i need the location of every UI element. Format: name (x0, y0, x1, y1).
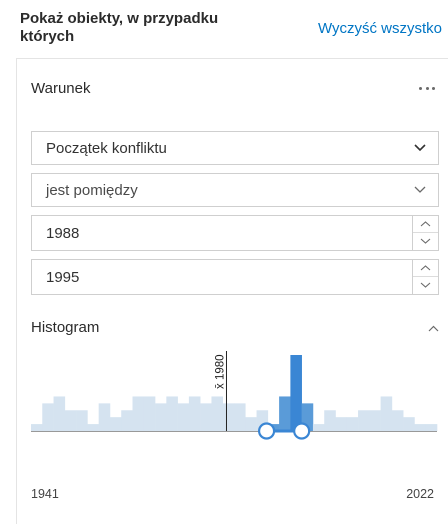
decrement-button[interactable] (413, 233, 438, 250)
chevron-up-icon (428, 325, 439, 332)
chevron-down-icon (414, 186, 426, 193)
condition-label: Warunek (31, 80, 91, 97)
chevron-up-icon (420, 265, 431, 271)
histogram-bar (121, 410, 133, 431)
value-to-text: 1995 (46, 269, 80, 286)
range-min-handle[interactable] (257, 422, 276, 440)
increment-button[interactable] (413, 260, 438, 277)
chevron-down-icon (420, 282, 431, 288)
value-from-stepper (412, 216, 438, 250)
operator-select-value: jest pomiędzy (46, 182, 138, 199)
histogram-bar (245, 417, 257, 431)
filter-title: Pokaż obiekty, w przypadku których (20, 10, 219, 45)
histogram-bar (414, 424, 427, 431)
histogram-bar (358, 410, 370, 431)
histogram-bar (132, 396, 145, 431)
histogram-bar (31, 424, 43, 431)
histogram-bar (403, 417, 415, 431)
histogram-bar (211, 396, 224, 431)
condition-panel: Warunek Początek konfliktu jest pomiędzy… (16, 58, 448, 524)
filter-header: Pokaż obiekty, w przypadku których Wyczy… (0, 0, 448, 58)
histogram-bar (98, 403, 111, 431)
histogram-bar (109, 417, 122, 431)
histogram-bar (335, 417, 348, 431)
value-from-text: 1988 (46, 225, 80, 242)
histogram-bar (87, 424, 99, 431)
histogram-bar (380, 396, 393, 431)
chevron-down-icon (420, 238, 431, 244)
value-to-stepper (412, 260, 438, 294)
histogram-bar (234, 403, 246, 431)
condition-header: Warunek (17, 59, 448, 115)
histogram-bar (42, 403, 54, 431)
field-select[interactable]: Początek konfliktu (31, 131, 439, 165)
histogram-bar (76, 410, 88, 431)
histogram-bar (290, 355, 302, 431)
increment-button[interactable] (413, 216, 438, 233)
histogram-bar (222, 403, 235, 431)
histogram-toggle[interactable]: Histogram (31, 317, 441, 341)
mean-label: x̄ 1980 (214, 354, 226, 389)
field-select-value: Początek konfliktu (46, 140, 167, 157)
histogram-bar (143, 396, 156, 431)
histogram-max-label: 2022 (406, 487, 434, 501)
histogram-bar (425, 424, 438, 431)
histogram-bar (188, 396, 201, 431)
histogram-bar (369, 410, 381, 431)
histogram-bar (177, 403, 190, 431)
more-horizontal-icon[interactable] (419, 85, 435, 91)
histogram-bar (324, 410, 336, 431)
clear-all-link[interactable]: Wyczyść wszystko (318, 20, 442, 37)
chevron-down-icon (414, 144, 426, 152)
value-from-input[interactable]: 1988 (31, 215, 439, 251)
histogram-min-label: 1941 (31, 487, 59, 501)
histogram-bar (155, 403, 167, 431)
range-max-handle[interactable] (293, 422, 311, 440)
chevron-up-icon (420, 221, 431, 227)
histogram-bar (166, 396, 178, 431)
histogram-bar (64, 410, 77, 431)
operator-select[interactable]: jest pomiędzy (31, 173, 439, 207)
histogram-bar (53, 396, 66, 431)
value-to-input[interactable]: 1995 (31, 259, 439, 295)
histogram-bar (346, 417, 359, 431)
histogram-bar (279, 396, 291, 431)
histogram-label: Histogram (31, 319, 100, 336)
histogram-bar (312, 424, 325, 431)
histogram-bar (200, 403, 212, 431)
histogram-bar (391, 410, 404, 431)
decrement-button[interactable] (413, 277, 438, 294)
histogram-chart: x̄ 1980 (31, 351, 438, 440)
